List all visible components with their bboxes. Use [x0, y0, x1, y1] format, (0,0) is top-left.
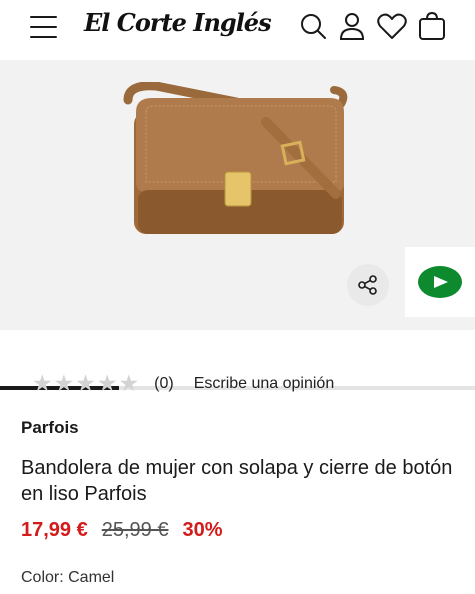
star-icon: ★ — [53, 371, 75, 397]
video-button[interactable] — [405, 247, 475, 317]
menu-icon[interactable] — [30, 16, 57, 38]
user-icon[interactable] — [336, 10, 368, 42]
product-image — [123, 82, 348, 234]
logo[interactable]: El Corte Inglés — [84, 8, 272, 37]
price-row: 17,99 € 25,99 € 30% — [21, 519, 223, 542]
original-price: 25,99 € — [101, 519, 169, 541]
discount-badge: 30% — [182, 519, 223, 541]
review-count: (0) — [154, 375, 174, 392]
star-icon: ★ — [118, 371, 140, 397]
bag-icon[interactable] — [416, 10, 448, 42]
product-brand[interactable]: Parfois — [21, 418, 79, 438]
rating[interactable]: ★ ★ ★ ★ ★ (0) Escribe una opinión — [32, 372, 334, 396]
share-button[interactable] — [347, 264, 389, 306]
color-label: Color: Camel — [21, 569, 115, 586]
header: El Corte Inglés — [0, 0, 475, 56]
star-icon: ★ — [32, 371, 53, 397]
sale-price: 17,99 € — [21, 519, 88, 541]
product-gallery[interactable] — [0, 60, 475, 390]
write-review-link[interactable]: Escribe una opinión — [194, 375, 335, 393]
star-icon: ★ — [75, 371, 96, 397]
rating-stars: ★ ★ ★ ★ ★ — [32, 372, 140, 396]
product-title: Bandolera de mujer con solapa y cierre d… — [21, 457, 453, 505]
play-icon — [418, 266, 462, 298]
heart-icon[interactable] — [376, 10, 408, 42]
star-icon: ★ — [96, 371, 118, 397]
share-icon — [358, 275, 377, 295]
search-icon[interactable] — [297, 10, 329, 42]
